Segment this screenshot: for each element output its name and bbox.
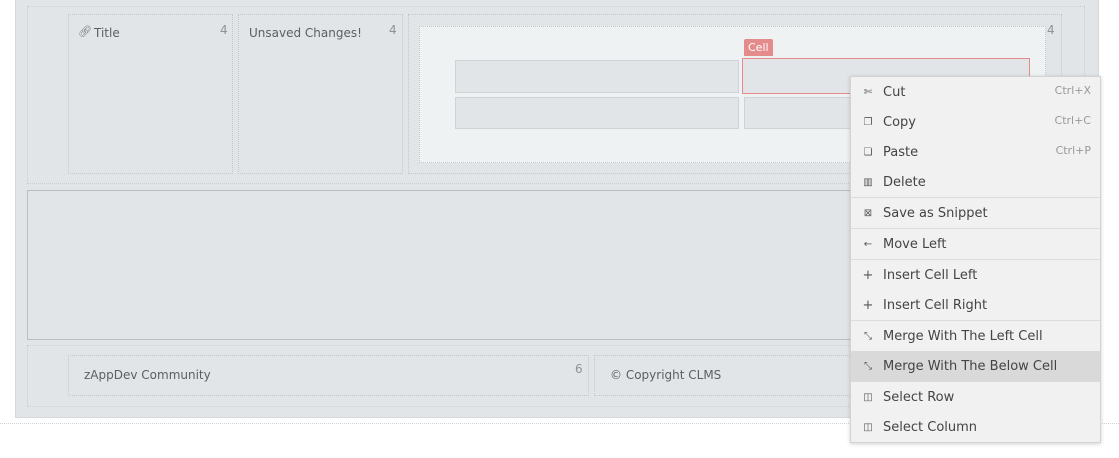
scissors-icon: ✄ xyxy=(863,86,873,98)
columns-icon: ◫ xyxy=(863,421,873,433)
menu-item-label: Copy xyxy=(883,114,916,130)
menu-item-copy[interactable]: ❐ Copy Ctrl+C xyxy=(851,107,1100,137)
menu-item-label: Insert Cell Left xyxy=(883,267,978,283)
column-size-badge: 6 xyxy=(575,362,583,376)
trash-icon: ▥ xyxy=(863,176,873,188)
shortcut-label: Ctrl+C xyxy=(1054,114,1091,127)
context-menu: ✄ Cut Ctrl+X ❐ Copy Ctrl+C ❏ Paste Ctrl+… xyxy=(850,76,1101,443)
community-label: zAppDev Community xyxy=(84,368,211,382)
column-size-badge: 4 xyxy=(1047,23,1055,37)
menu-item-delete[interactable]: ▥ Delete xyxy=(851,167,1100,197)
unsaved-changes-label: Unsaved Changes! xyxy=(249,26,362,40)
shortcut-label: Ctrl+P xyxy=(1055,144,1091,157)
menu-item-paste[interactable]: ❏ Paste Ctrl+P xyxy=(851,137,1100,167)
title-column[interactable]: 🔗︎ Title 4 xyxy=(68,14,233,174)
copy-icon: ❐ xyxy=(863,116,873,128)
menu-item-insert-cell-left[interactable]: + Insert Cell Left xyxy=(851,260,1100,290)
snippet-icon: ⊠ xyxy=(863,207,873,219)
menu-item-cut[interactable]: ✄ Cut Ctrl+X xyxy=(851,77,1100,107)
menu-item-label: Insert Cell Right xyxy=(883,297,988,313)
column-size-badge: 4 xyxy=(220,23,228,37)
plus-icon: + xyxy=(862,297,874,313)
copyright-label: © Copyright CLMS xyxy=(610,368,722,382)
menu-item-label: Paste xyxy=(883,144,919,160)
menu-item-label: Move Left xyxy=(883,236,947,252)
menu-item-label: Delete xyxy=(883,174,926,190)
paste-icon: ❏ xyxy=(863,146,873,158)
menu-item-label: Select Row xyxy=(883,389,955,405)
menu-item-select-row[interactable]: ◫ Select Row xyxy=(851,382,1100,412)
arrow-left-icon: ← xyxy=(863,238,873,250)
unsaved-changes-column[interactable]: Unsaved Changes! 4 xyxy=(238,14,403,174)
plus-icon: + xyxy=(862,267,874,283)
menu-item-move-left[interactable]: ← Move Left xyxy=(851,229,1100,259)
menu-item-label: Cut xyxy=(883,84,906,100)
link-icon: 🔗︎ xyxy=(78,25,92,38)
menu-item-merge-left[interactable]: ⤡ Merge With The Left Cell xyxy=(851,321,1100,351)
cell-tag: Cell xyxy=(744,39,773,56)
menu-item-label: Merge With The Left Cell xyxy=(883,328,1043,344)
menu-item-insert-cell-right[interactable]: + Insert Cell Right xyxy=(851,290,1100,320)
columns-icon: ◫ xyxy=(863,391,873,403)
merge-icon: ⤡ xyxy=(864,330,872,342)
grid-cell[interactable] xyxy=(744,97,854,129)
shortcut-label: Ctrl+X xyxy=(1054,84,1091,97)
column-size-badge: 4 xyxy=(389,23,397,37)
copyright-column[interactable]: © Copyright CLMS xyxy=(594,355,852,396)
menu-item-save-snippet[interactable]: ⊠ Save as Snippet xyxy=(851,198,1100,228)
title-label: Title xyxy=(94,26,120,40)
menu-item-label: Merge With The Below Cell xyxy=(883,358,1058,374)
menu-item-select-column[interactable]: ◫ Select Column xyxy=(851,412,1100,442)
community-column[interactable]: zAppDev Community 6 xyxy=(68,355,589,396)
grid-cell[interactable] xyxy=(455,60,739,93)
menu-item-label: Select Column xyxy=(883,419,978,435)
grid-cell[interactable] xyxy=(455,97,739,129)
merge-icon: ⤡ xyxy=(864,360,872,372)
menu-item-label: Save as Snippet xyxy=(883,205,988,221)
menu-item-merge-below[interactable]: ⤡ Merge With The Below Cell xyxy=(851,351,1100,381)
